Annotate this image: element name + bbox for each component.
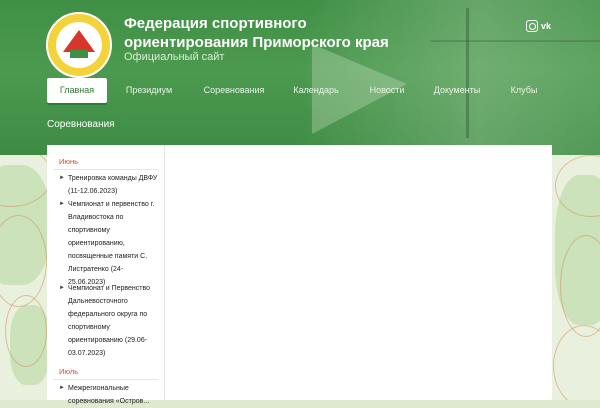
nav-item-competitions[interactable]: Соревнования — [195, 78, 273, 103]
logo-flag-mark — [70, 50, 88, 58]
event-link[interactable]: Чемпионат и первенство г. Владивостока п… — [59, 198, 159, 289]
vk-icon[interactable]: vk — [541, 20, 553, 32]
pole-decoration — [466, 8, 469, 138]
event-link[interactable]: Тренировка команды ДВФУ (11-12.06.2023) — [59, 172, 159, 198]
list-item[interactable]: ► Чемпионат и первенство г. Владивостока… — [59, 198, 159, 289]
logo-runner-mark — [63, 30, 95, 52]
site-subtitle: Официальный сайт — [124, 51, 225, 63]
content-panel: Июнь ► Тренировка команды ДВФУ (11-12.06… — [47, 145, 552, 405]
list-item[interactable]: ► Тренировка команды ДВФУ (11-12.06.2023… — [59, 172, 159, 198]
bullet-icon: ► — [59, 175, 65, 181]
nav-item-calendar[interactable]: Календарь — [283, 78, 349, 103]
rail-decoration — [430, 40, 600, 42]
divider — [53, 169, 158, 170]
main-nav: Главная Президиум Соревнования Календарь… — [47, 78, 552, 103]
site-header: Федерация спортивного ориентирования При… — [0, 0, 600, 155]
bullet-icon: ► — [59, 285, 65, 291]
main-content-area — [165, 145, 552, 400]
event-link[interactable]: Межрегиональные соревнования «Остров... — [59, 382, 159, 408]
nav-item-presidium[interactable]: Президиум — [115, 78, 183, 103]
instagram-icon[interactable] — [526, 20, 538, 32]
federation-logo[interactable] — [46, 12, 112, 78]
event-link[interactable]: Чемпионат и Первенство Дальневосточного … — [59, 282, 159, 360]
divider — [53, 379, 158, 380]
site-title[interactable]: Федерация спортивного ориентирования При… — [124, 14, 424, 52]
bullet-icon: ► — [59, 385, 65, 391]
map-contour — [560, 235, 600, 337]
month-heading: Июль — [59, 367, 79, 376]
list-item[interactable]: ► Межрегиональные соревнования «Остров..… — [59, 382, 159, 408]
nav-item-clubs[interactable]: Клубы — [499, 78, 549, 103]
map-contour — [5, 295, 47, 367]
list-item[interactable]: ► Чемпионат и Первенство Дальневосточног… — [59, 282, 159, 360]
month-heading: Июнь — [59, 157, 79, 166]
bullet-icon: ► — [59, 201, 65, 207]
nav-item-news[interactable]: Новости — [357, 78, 417, 103]
map-contour — [553, 325, 600, 400]
competitions-sidebar: Июнь ► Тренировка команды ДВФУ (11-12.06… — [47, 145, 165, 405]
nav-item-home[interactable]: Главная — [47, 78, 107, 103]
nav-item-documents[interactable]: Документы — [423, 78, 491, 103]
page-title: Соревнования — [47, 119, 115, 130]
